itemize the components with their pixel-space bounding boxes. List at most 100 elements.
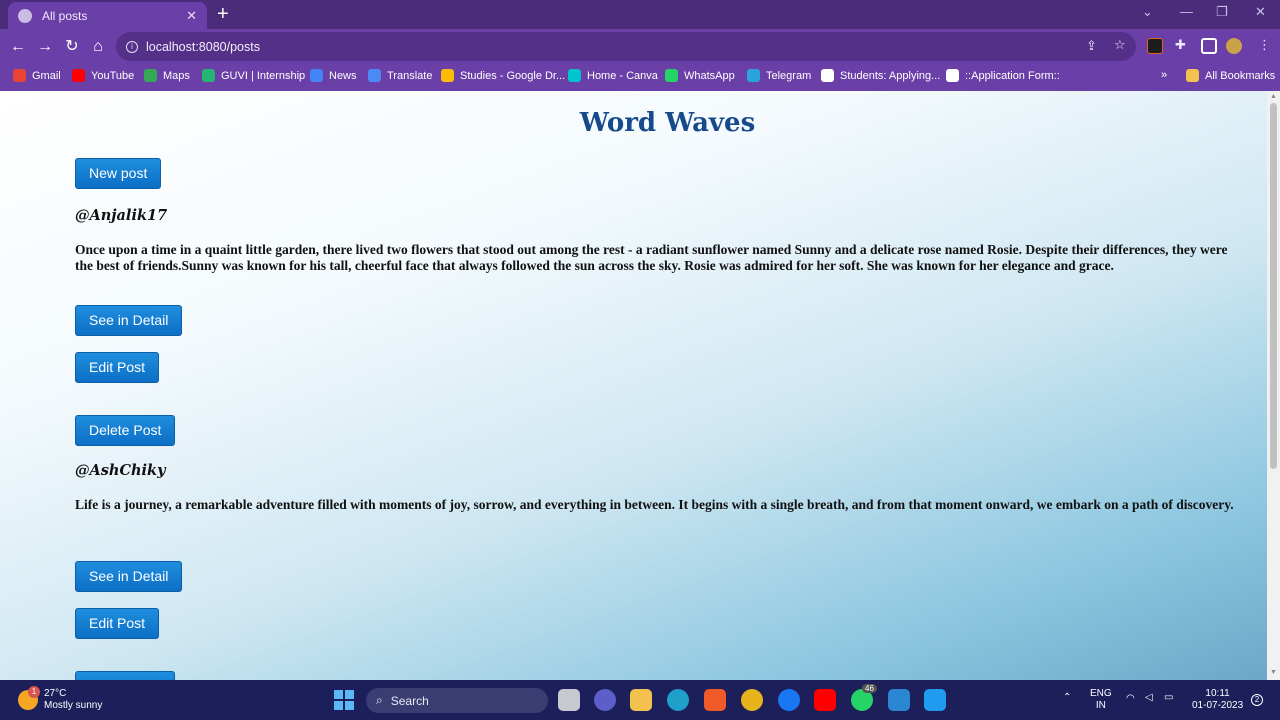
- page-scrollbar[interactable]: ▲ ▼: [1267, 91, 1280, 680]
- gmail-icon: [13, 69, 26, 82]
- chevron-up-icon[interactable]: ⌃: [1063, 692, 1071, 704]
- language-indicator[interactable]: ENG IN: [1090, 688, 1112, 712]
- whatsapp-icon: [665, 69, 678, 82]
- delete-post-button[interactable]: Delete Post: [75, 415, 176, 446]
- star-icon[interactable]: ☆: [1114, 37, 1126, 53]
- delete-post-button[interactable]: Delete Post: [75, 671, 176, 680]
- reload-icon[interactable]: ↻: [62, 37, 82, 57]
- bookmark-label: Home - Canva: [587, 69, 658, 82]
- chrome-icon[interactable]: [741, 689, 763, 711]
- bookmark-label: Maps: [163, 69, 190, 82]
- close-tab-icon[interactable]: ✕: [186, 8, 197, 24]
- chat-icon[interactable]: [594, 689, 616, 711]
- post-author: @AshChiky: [75, 462, 166, 479]
- weather-widget[interactable]: 1 27°C Mostly sunny: [18, 686, 103, 712]
- see-in-detail-button[interactable]: See in Detail: [75, 305, 183, 336]
- youtube-icon: [72, 69, 85, 82]
- bookmark-studies[interactable]: Studies - Google Dr...: [441, 69, 565, 82]
- tab-search-icon[interactable]: ⌄: [1142, 4, 1153, 20]
- new-post-button[interactable]: New post: [75, 158, 162, 189]
- task-view-icon[interactable]: [558, 689, 580, 711]
- post-content: Once upon a time in a quaint little gard…: [75, 242, 1228, 273]
- scroll-up-icon[interactable]: ▲: [1270, 93, 1277, 100]
- tab-title: All posts: [42, 8, 88, 23]
- guvi-icon: [202, 69, 215, 82]
- bookmark-label: Translate: [387, 69, 433, 82]
- edit-post-button[interactable]: Edit Post: [75, 608, 160, 639]
- bookmark-news[interactable]: News: [310, 69, 357, 82]
- forward-icon[interactable]: →: [35, 37, 55, 57]
- bookmark-whatsapp[interactable]: WhatsApp: [665, 69, 735, 82]
- post-content: Life is a journey, a remarkable adventur…: [75, 497, 1234, 512]
- home-icon[interactable]: ⌂: [88, 37, 108, 57]
- address-bar[interactable]: i localhost:8080/posts ⇪ ☆: [116, 32, 1136, 61]
- bookmark-guvi[interactable]: GUVI | Internship: [202, 69, 305, 82]
- share-icon[interactable]: ⇪: [1086, 38, 1097, 54]
- bookmark-canva[interactable]: Home - Canva: [568, 69, 658, 82]
- browser-toolbar: ← → ↻ ⌂ i localhost:8080/posts ⇪ ☆ ✚ ⋮: [0, 29, 1280, 64]
- bookmark-translate[interactable]: Translate: [368, 69, 432, 82]
- start-button[interactable]: [334, 690, 354, 710]
- avatar[interactable]: [1226, 38, 1242, 54]
- weather-desc: Mostly sunny: [44, 700, 103, 711]
- more-bookmarks-button[interactable]: »: [1161, 69, 1167, 81]
- bookmark-students[interactable]: Students: Applying...: [821, 69, 940, 82]
- globe-icon: [18, 8, 32, 23]
- side-panel-icon[interactable]: [1201, 38, 1217, 54]
- taskbar: 1 27°C Mostly sunny ⌕ Search 46 ⌃ ENG IN…: [0, 680, 1280, 720]
- bookmark-label: WhatsApp: [684, 69, 735, 82]
- notification-badge[interactable]: 2: [1251, 694, 1263, 706]
- youtube-icon[interactable]: [814, 689, 836, 711]
- whatsapp-badge: 46: [862, 684, 877, 693]
- see-in-detail-button[interactable]: See in Detail: [75, 561, 183, 592]
- site-info-icon[interactable]: i: [126, 40, 138, 53]
- weather-badge: 1: [28, 686, 40, 698]
- weather-temp: 27°C: [44, 688, 67, 699]
- edge-icon[interactable]: [667, 689, 689, 711]
- scrollbar-thumb[interactable]: [1270, 103, 1277, 469]
- extension-icon[interactable]: [1147, 38, 1163, 54]
- vscode-icon[interactable]: [924, 689, 946, 711]
- facebook-icon[interactable]: [778, 689, 800, 711]
- whatsapp-icon[interactable]: 46: [851, 684, 877, 711]
- volume-icon[interactable]: ◁: [1145, 692, 1153, 704]
- post-author: @Anjalik17: [75, 207, 168, 224]
- search-label: Search: [390, 693, 429, 708]
- maps-icon: [144, 69, 157, 82]
- wifi-icon[interactable]: ◠: [1126, 693, 1135, 705]
- globe-icon: [946, 69, 959, 82]
- scroll-down-icon[interactable]: ▼: [1270, 669, 1277, 676]
- file-explorer-icon[interactable]: [630, 689, 652, 711]
- bookmark-application-form[interactable]: ::Application Form::: [946, 69, 1060, 82]
- page-content: Word Waves New post @Anjalik17 Once upon…: [0, 91, 1267, 680]
- bookmark-maps[interactable]: Maps: [144, 69, 190, 82]
- new-tab-button[interactable]: +: [217, 4, 229, 24]
- bookmark-label: GUVI | Internship: [221, 69, 306, 82]
- close-window-icon[interactable]: ✕: [1255, 4, 1266, 20]
- brave-icon[interactable]: [704, 689, 726, 711]
- news-icon: [310, 69, 323, 82]
- clock-time: 10:11: [1205, 688, 1230, 699]
- clock[interactable]: 10:11 01-07-2023: [1192, 688, 1243, 712]
- bookmark-label: Studies - Google Dr...: [460, 69, 566, 82]
- bookmark-label: News: [329, 69, 357, 82]
- battery-icon[interactable]: ▭: [1164, 692, 1173, 704]
- puzzle-icon[interactable]: ✚: [1175, 37, 1186, 53]
- bookmark-youtube[interactable]: YouTube: [72, 69, 134, 82]
- browser-tab[interactable]: All posts ✕: [8, 2, 207, 29]
- back-icon[interactable]: ←: [8, 37, 28, 57]
- menu-icon[interactable]: ⋮: [1258, 37, 1271, 53]
- bookmark-gmail[interactable]: Gmail: [13, 69, 61, 82]
- page-title: Word Waves: [579, 108, 756, 138]
- edit-post-button[interactable]: Edit Post: [75, 352, 160, 383]
- google-icon: [821, 69, 834, 82]
- all-bookmarks-button[interactable]: All Bookmarks: [1186, 69, 1275, 82]
- lang-bottom: IN: [1095, 700, 1106, 711]
- store-icon[interactable]: [888, 689, 910, 711]
- minimize-icon[interactable]: —: [1180, 4, 1193, 19]
- bookmark-telegram[interactable]: Telegram: [747, 69, 811, 82]
- taskbar-search[interactable]: ⌕ Search: [366, 688, 548, 713]
- folder-icon: [1186, 69, 1199, 82]
- maximize-icon[interactable]: ❐: [1216, 4, 1228, 20]
- sun-icon: 1: [18, 686, 40, 710]
